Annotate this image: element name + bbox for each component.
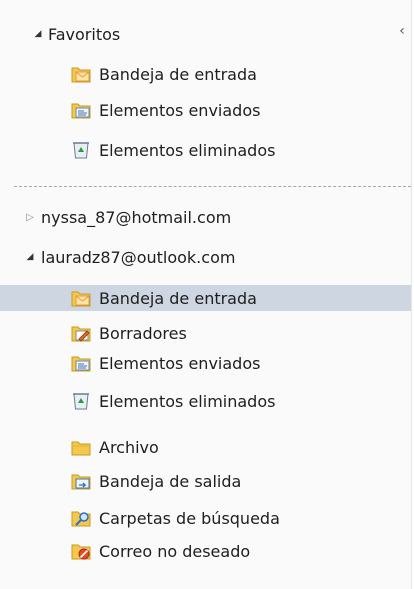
folder-label: Archivo [99, 437, 159, 457]
favorites-item-inbox[interactable]: Bandeja de entrada [0, 61, 411, 87]
collapsed-triangle-icon[interactable]: ▷ [25, 212, 35, 223]
expanded-triangle-icon[interactable]: ◢ [25, 252, 35, 262]
folder-archive[interactable]: Archivo [0, 434, 411, 460]
favorites-label: Favoritos [48, 24, 121, 44]
inbox-icon [71, 291, 91, 307]
deleted-items-icon [73, 142, 89, 159]
favorites-item-deleted-items[interactable]: Elementos eliminados [0, 137, 411, 163]
folder-label: Bandeja de entrada [99, 288, 257, 308]
folder-search-folders[interactable]: Carpetas de búsqueda [0, 505, 411, 531]
account-label: lauradz87@outlook.com [41, 247, 236, 267]
favorites-item-sent-items[interactable]: Elementos enviados [0, 97, 411, 123]
section-divider [14, 186, 411, 187]
favorites-item-label: Elementos enviados [99, 100, 261, 120]
account-label: nyssa_87@hotmail.com [41, 207, 232, 227]
folder-label: Borradores [99, 323, 187, 343]
account-lauradz[interactable]: ◢ lauradz87@outlook.com [0, 244, 411, 270]
favorites-item-label: Elementos eliminados [99, 140, 276, 160]
sent-items-icon [71, 103, 91, 119]
folder-label: Elementos eliminados [99, 391, 276, 411]
folder-drafts[interactable]: Borradores [0, 320, 411, 346]
folder-label: Correo no deseado [99, 541, 251, 561]
folder-inbox[interactable]: Bandeja de entrada [0, 285, 411, 311]
expanded-triangle-icon[interactable]: ◢ [33, 29, 43, 39]
navigation-pane: ‹ ◢ Favoritos Bandeja de entrada Element… [0, 0, 412, 589]
folder-label: Carpetas de búsqueda [99, 508, 280, 528]
drafts-icon [71, 326, 91, 342]
outbox-icon [71, 474, 91, 490]
inbox-icon [71, 67, 91, 83]
deleted-items-icon [73, 393, 89, 410]
account-nyssa[interactable]: ▷ nyssa_87@hotmail.com [0, 204, 411, 230]
folder-outbox[interactable]: Bandeja de salida [0, 468, 411, 494]
folder-label: Elementos enviados [99, 353, 261, 373]
folder-label: Bandeja de salida [99, 471, 242, 491]
favorites-item-label: Bandeja de entrada [99, 64, 257, 84]
junk-email-icon [71, 544, 91, 560]
folder-sent-items[interactable]: Elementos enviados [0, 350, 411, 376]
folder-icon [71, 441, 91, 456]
folder-junk-email[interactable]: Correo no deseado [0, 538, 411, 564]
search-folder-icon [71, 511, 91, 527]
favorites-header[interactable]: ◢ Favoritos [0, 21, 411, 47]
sent-items-icon [71, 356, 91, 372]
folder-deleted-items[interactable]: Elementos eliminados [0, 388, 411, 414]
